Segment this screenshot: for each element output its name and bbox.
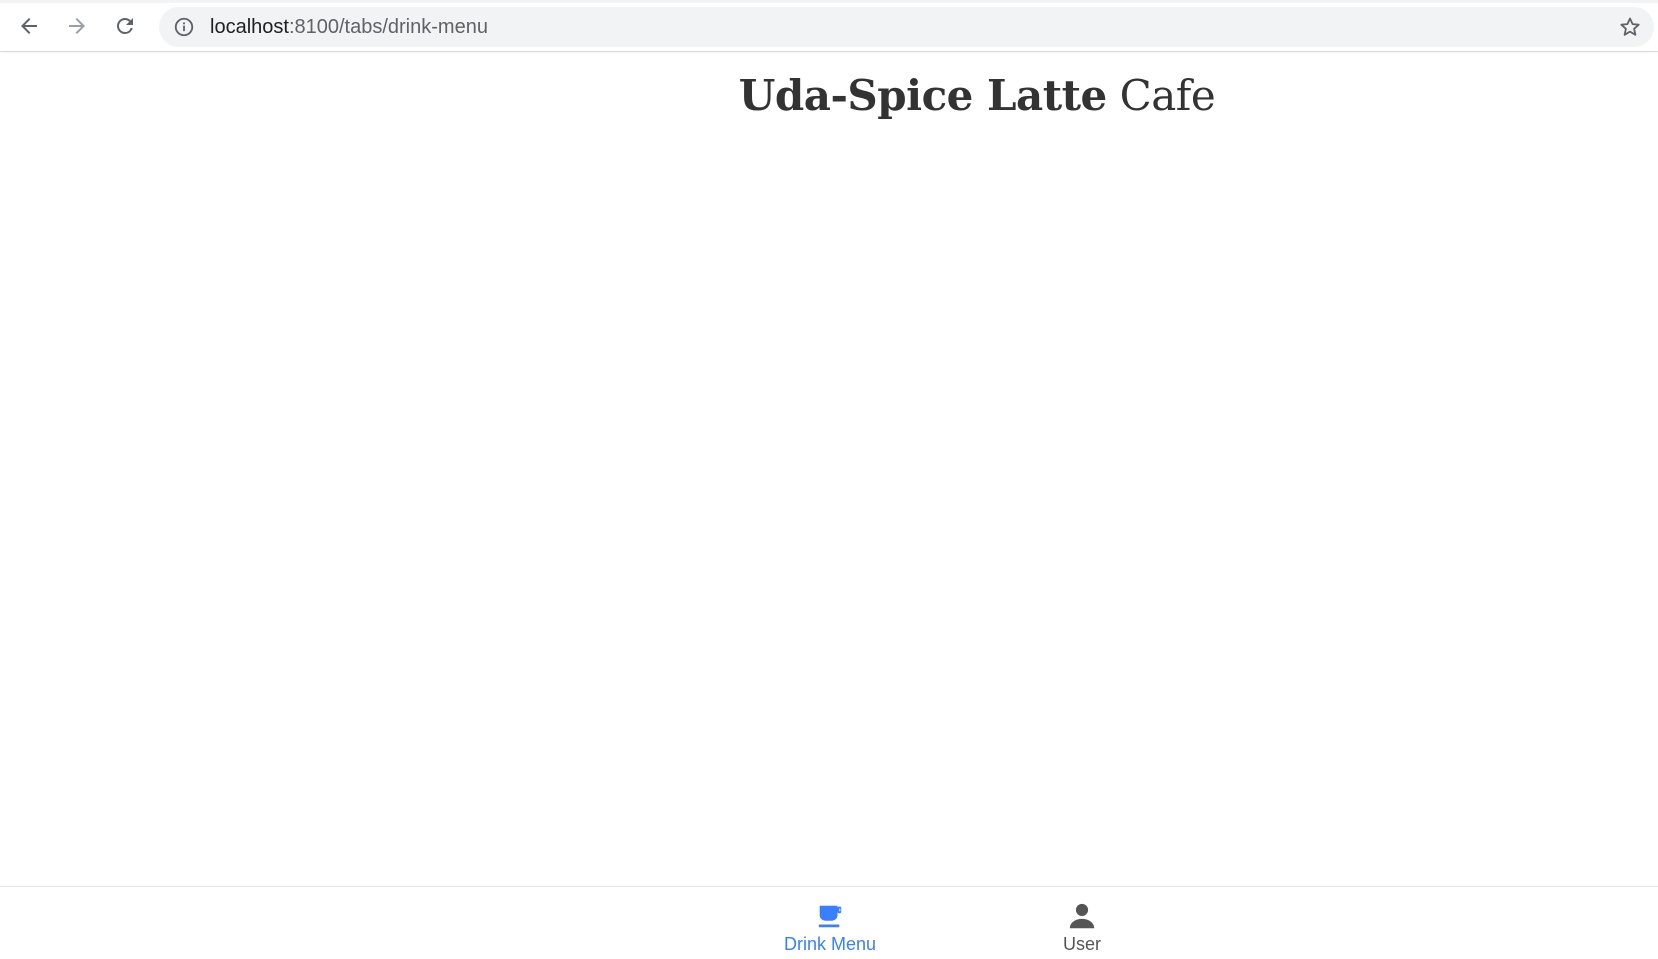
address-bar[interactable]: localhost:8100/tabs/drink-menu (159, 7, 1654, 47)
app-toolbar: Uda-Spice Latte Cafe (0, 53, 1658, 139)
cafe-icon (818, 905, 842, 928)
info-icon[interactable] (173, 16, 195, 38)
url-host: localhost (210, 16, 289, 38)
bookmark-star-icon[interactable] (1618, 15, 1642, 39)
tab-user-label: User (1062, 934, 1101, 954)
title-bold: Uda-Spice Latte (738, 71, 1107, 120)
reload-button[interactable] (110, 11, 140, 41)
title-light: Cafe (1106, 71, 1216, 120)
browser-toolbar: localhost:8100/tabs/drink-menu (0, 0, 1658, 52)
url-path: :8100/tabs/drink-menu (288, 16, 488, 38)
reload-icon (117, 18, 133, 34)
main-content (0, 139, 1658, 886)
back-button[interactable] (14, 11, 44, 41)
arrow-left-icon (21, 18, 37, 34)
tab-strip-edge (0, 0, 1658, 3)
tab-bar: Drink Menu User (0, 886, 1658, 959)
person-icon (1069, 903, 1095, 929)
tab-drink-menu-label: Drink Menu (783, 934, 877, 954)
tab-user[interactable]: User (1007, 901, 1157, 959)
url-text[interactable]: localhost:8100/tabs/drink-menu (210, 16, 488, 38)
tab-drink-menu[interactable]: Drink Menu (755, 901, 905, 959)
arrow-right-icon (69, 18, 85, 34)
page-title: Uda-Spice Latte Cafe (0, 71, 1658, 121)
forward-button[interactable] (62, 11, 92, 41)
